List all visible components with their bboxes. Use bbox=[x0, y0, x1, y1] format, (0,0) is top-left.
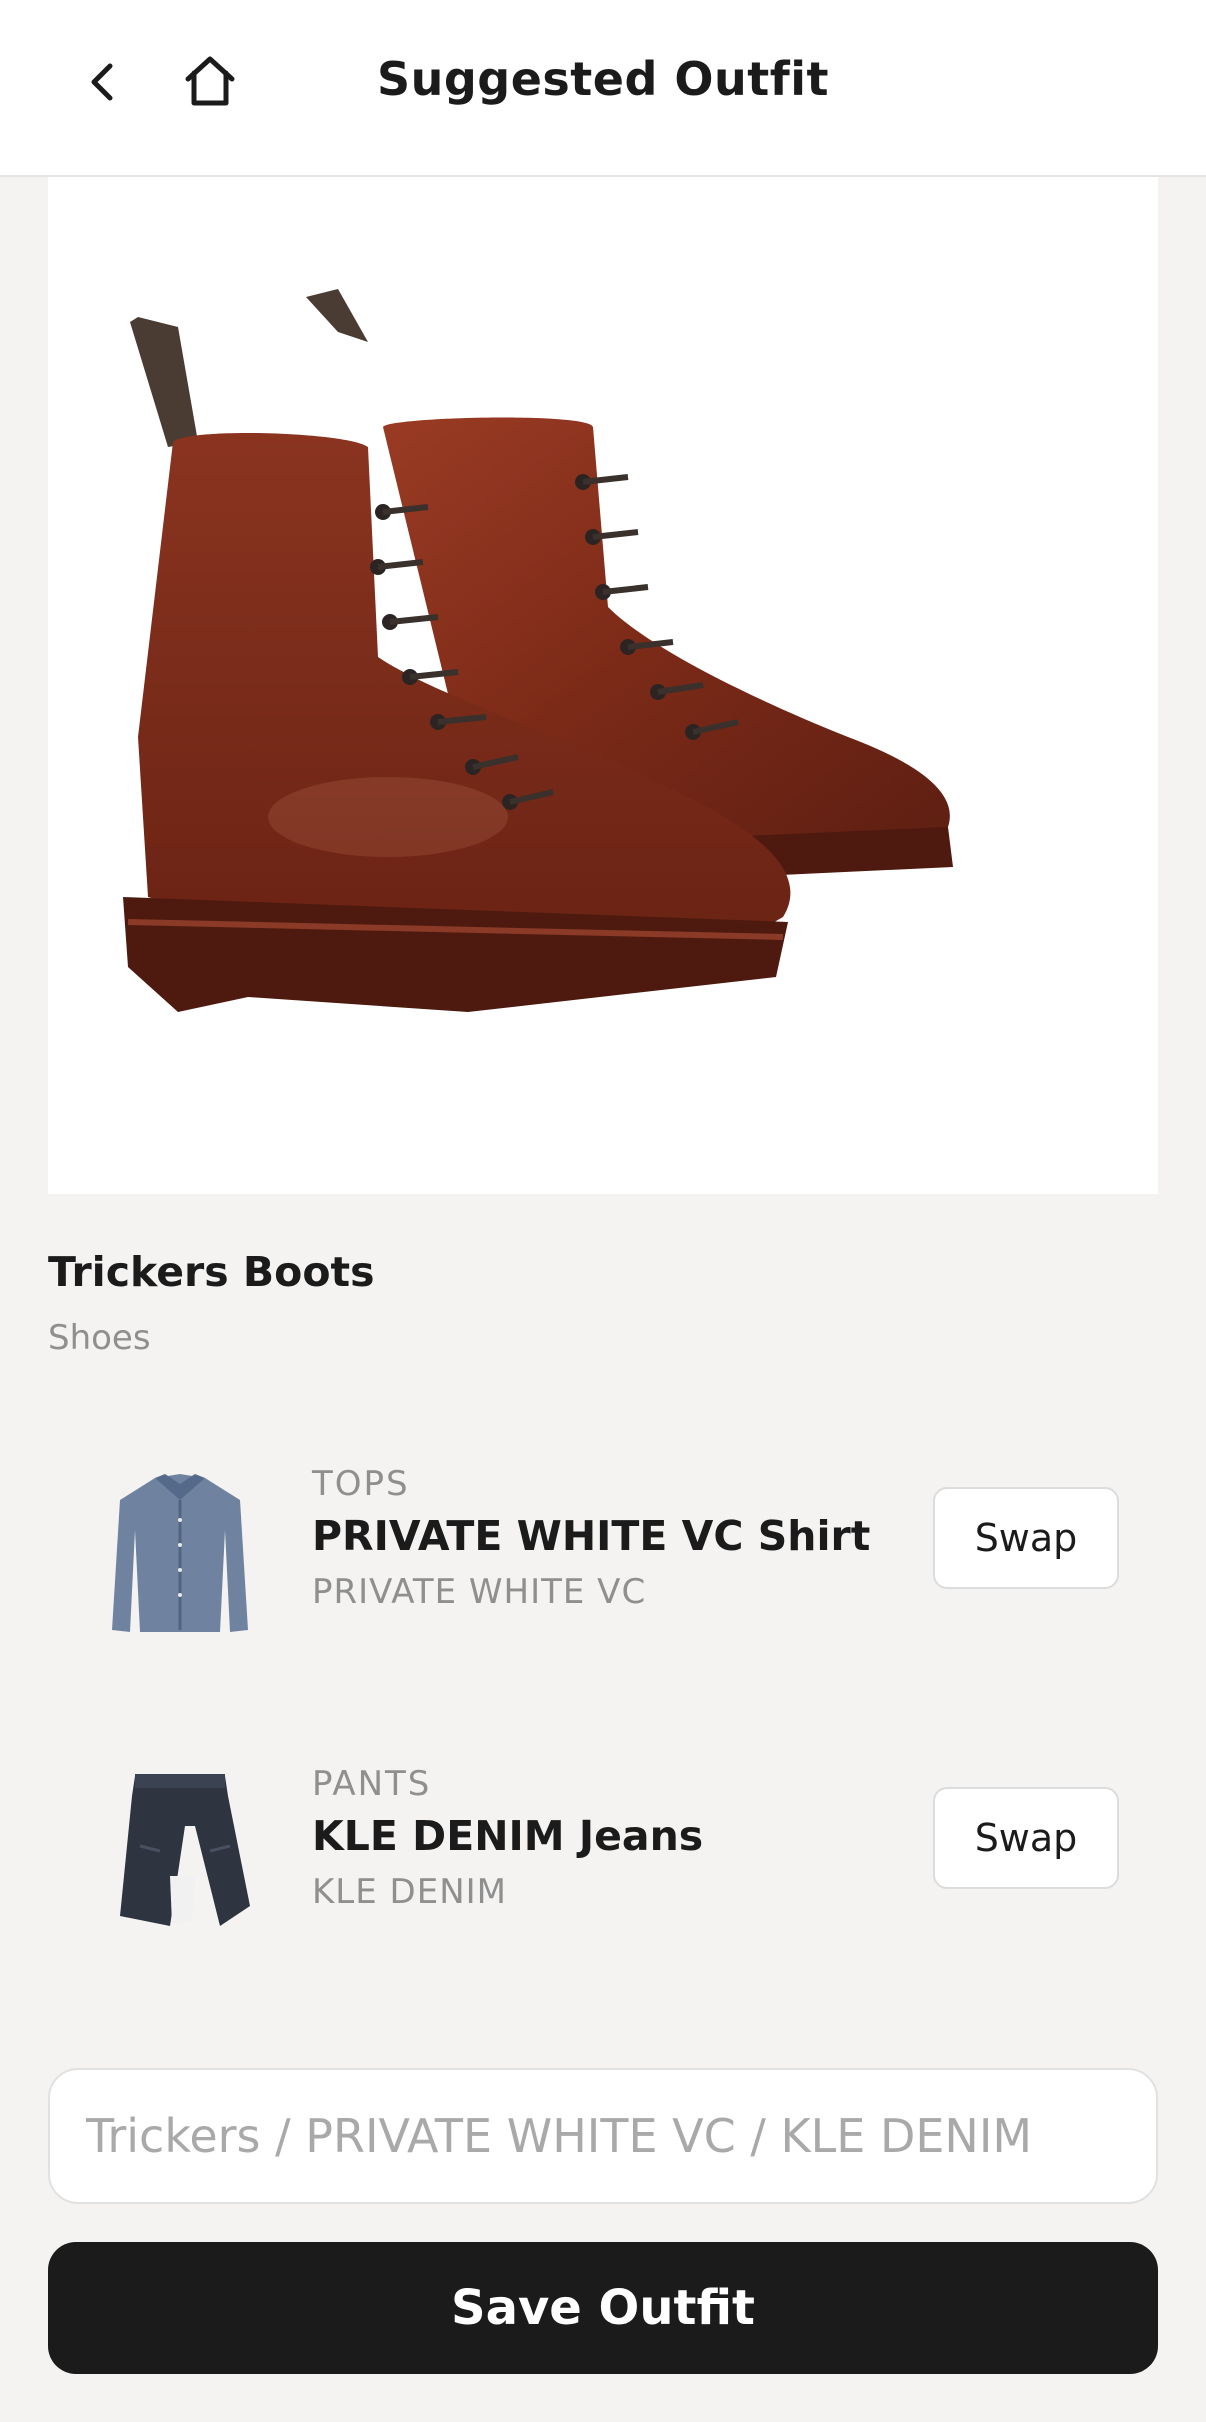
save-outfit-button[interactable]: Save Outfit bbox=[48, 2242, 1158, 2374]
item-category: PANTS bbox=[312, 1764, 432, 1804]
outfit-item-row: TOPS PRIVATE WHITE VC Shirt PRIVATE WHIT… bbox=[0, 1440, 1206, 1640]
featured-item-image[interactable] bbox=[48, 177, 1158, 1194]
jeans-thumbnail bbox=[120, 1774, 250, 1926]
featured-item-category: Shoes bbox=[48, 1318, 151, 1358]
shirt-thumbnail bbox=[112, 1474, 248, 1632]
item-category: TOPS bbox=[312, 1464, 410, 1504]
page-title: Suggested Outfit bbox=[376, 52, 830, 106]
item-brand: KLE DENIM bbox=[312, 1872, 507, 1912]
swap-button[interactable]: Swap bbox=[933, 1787, 1119, 1889]
boots-image bbox=[123, 289, 953, 1012]
item-brand: PRIVATE WHITE VC bbox=[312, 1572, 647, 1612]
swap-button[interactable]: Swap bbox=[933, 1487, 1119, 1589]
outfit-name-input[interactable] bbox=[48, 2068, 1158, 2204]
outfit-item-row: PANTS KLE DENIM Jeans KLE DENIM Swap bbox=[0, 1740, 1206, 1940]
item-name: KLE DENIM Jeans bbox=[312, 1812, 704, 1860]
featured-item-name: Trickers Boots bbox=[48, 1248, 375, 1296]
item-name: PRIVATE WHITE VC Shirt bbox=[312, 1512, 871, 1560]
top-app-bar: Suggested Outfit bbox=[0, 0, 1206, 177]
